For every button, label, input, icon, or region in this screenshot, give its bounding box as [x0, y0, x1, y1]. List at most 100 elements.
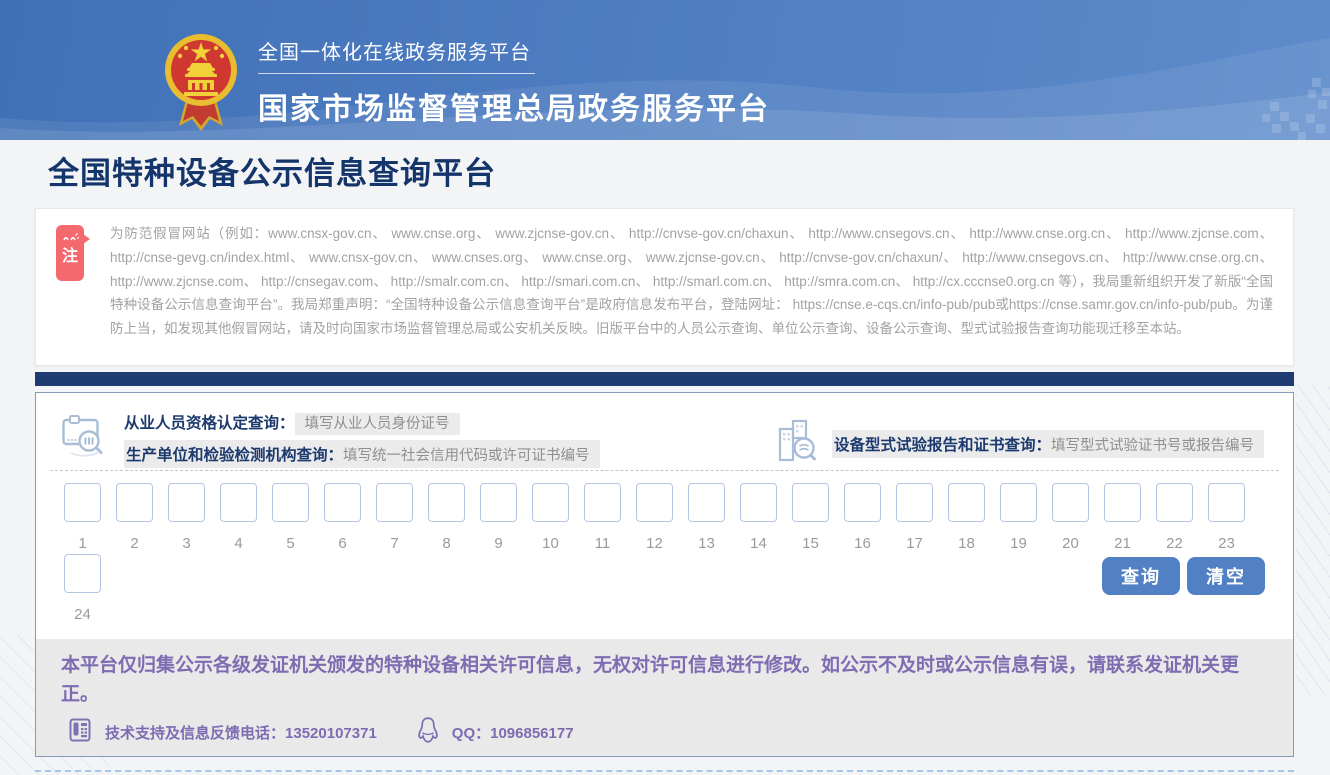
code-input-20[interactable]	[1052, 483, 1089, 522]
code-cell-number-8: 8	[428, 535, 465, 553]
header-titles: 全国一体化在线政务服务平台 国家市场监督管理总局政务服务平台	[258, 34, 770, 128]
code-input-17[interactable]	[896, 483, 933, 522]
notice-text: 为防范假冒网站（例如：www.cnsx-gov.cn、 www.cnse.org…	[110, 222, 1273, 341]
code-input-24[interactable]	[64, 554, 101, 593]
code-cell-number-4: 4	[220, 535, 257, 553]
code-cell-5: 5	[272, 483, 309, 553]
support-phone-label: 技术支持及信息反馈电话：	[105, 725, 285, 742]
code-cell-14: 14	[740, 483, 777, 553]
badge-pointer	[83, 234, 90, 244]
unit-query-row: 生产单位和检验检测机构查询：填写统一社会信用代码或许可证书编号	[124, 440, 600, 468]
device-query-row: 设备型式试验报告和证书查询：填写型式试验证书号或报告编号	[832, 430, 1264, 458]
code-cell-row-2: 24	[64, 554, 101, 624]
code-input-18[interactable]	[948, 483, 985, 522]
code-input-19[interactable]	[1000, 483, 1037, 522]
code-cell-11: 11	[584, 483, 621, 553]
support-phone-number: 13520107371	[285, 725, 377, 742]
code-cell-17: 17	[896, 483, 933, 553]
code-input-10[interactable]	[532, 483, 569, 522]
code-input-16[interactable]	[844, 483, 881, 522]
code-input-21[interactable]	[1104, 483, 1141, 522]
code-cell-number-21: 21	[1104, 535, 1141, 553]
person-query-label: 从业人员资格认定查询：	[124, 415, 295, 432]
site-header: 全国一体化在线政务服务平台 国家市场监督管理总局政务服务平台	[0, 0, 1330, 140]
search-button[interactable]: 查询	[1102, 557, 1180, 595]
code-cell-number-18: 18	[948, 535, 985, 553]
code-input-9[interactable]	[480, 483, 517, 522]
code-cell-number-20: 20	[1052, 535, 1089, 553]
code-cell-number-10: 10	[532, 535, 569, 553]
code-cell-number-1: 1	[64, 535, 101, 553]
code-cell-13: 13	[688, 483, 725, 553]
code-cell-number-15: 15	[792, 535, 829, 553]
code-input-13[interactable]	[688, 483, 725, 522]
qq-icon	[417, 717, 439, 747]
background-hatch-right	[1296, 385, 1330, 695]
code-cell-2: 2	[116, 483, 153, 553]
code-input-14[interactable]	[740, 483, 777, 522]
code-input-23[interactable]	[1208, 483, 1245, 522]
code-cell-1: 1	[64, 483, 101, 553]
device-query-label: 设备型式试验报告和证书查询：	[834, 437, 1051, 454]
code-cell-number-14: 14	[740, 535, 777, 553]
notice-badge: 注	[56, 225, 84, 281]
code-cell-number-13: 13	[688, 535, 725, 553]
code-cell-number-23: 23	[1208, 535, 1245, 553]
code-cell-6: 6	[324, 483, 361, 553]
code-cell-7: 7	[376, 483, 413, 553]
code-input-15[interactable]	[792, 483, 829, 522]
notice-badge-label: 注	[56, 242, 84, 266]
code-cell-number-11: 11	[584, 535, 621, 553]
code-input-8[interactable]	[428, 483, 465, 522]
code-cell-15: 15	[792, 483, 829, 553]
smile-face-icon	[61, 232, 79, 241]
clear-button[interactable]: 清空	[1187, 557, 1265, 595]
anti-fake-notice-card: 注 为防范假冒网站（例如：www.cnsx-gov.cn、 www.cnse.o…	[35, 208, 1294, 366]
code-cell-9: 9	[480, 483, 517, 553]
code-cell-number-22: 22	[1156, 535, 1193, 553]
code-cell-number-12: 12	[636, 535, 673, 553]
code-cell-row-1: 1234567891011121314151617181920212223	[64, 483, 1245, 553]
code-input-7[interactable]	[376, 483, 413, 522]
code-input-6[interactable]	[324, 483, 361, 522]
code-input-2[interactable]	[116, 483, 153, 522]
code-cell-3: 3	[168, 483, 205, 553]
support-phone: 技术支持及信息反馈电话：13520107371	[105, 722, 377, 743]
code-cell-12: 12	[636, 483, 673, 553]
code-input-12[interactable]	[636, 483, 673, 522]
national-emblem	[164, 28, 238, 140]
code-cell-19: 19	[1000, 483, 1037, 553]
code-input-1[interactable]	[64, 483, 101, 522]
qq-number: 1096856177	[490, 725, 573, 742]
platform-title: 国家市场监督管理总局政务服务平台	[258, 84, 770, 128]
action-buttons: 查询 清空	[1102, 557, 1265, 595]
code-input-11[interactable]	[584, 483, 621, 522]
bottom-dashed-line	[35, 770, 1294, 772]
code-cell-number-19: 19	[1000, 535, 1037, 553]
navy-divider-bar	[35, 372, 1294, 386]
code-input-3[interactable]	[168, 483, 205, 522]
code-cell-number-3: 3	[168, 535, 205, 553]
code-cell-8: 8	[428, 483, 465, 553]
code-cell-number-16: 16	[844, 535, 881, 553]
dashed-divider	[50, 470, 1279, 471]
code-cell-24: 24	[64, 554, 101, 624]
platform-subtitle: 全国一体化在线政务服务平台	[258, 34, 535, 74]
code-cell-number-9: 9	[480, 535, 517, 553]
code-cell-18: 18	[948, 483, 985, 553]
unit-query-hint: 填写统一社会信用代码或许可证书编号	[343, 448, 590, 464]
contact-row: 技术支持及信息反馈电话：13520107371 QQ：1096856177	[36, 717, 1293, 747]
qq-label: QQ：	[452, 725, 490, 742]
code-input-4[interactable]	[220, 483, 257, 522]
phone-icon	[68, 718, 92, 746]
person-query-hint: 填写从业人员身份证号	[295, 413, 460, 435]
panel-footer: 本平台仅归集公示各级发证机关颁发的特种设备相关许可信息，无权对许可信息进行修改。…	[36, 639, 1293, 756]
id-card-search-icon	[62, 414, 110, 475]
code-cell-number-24: 24	[64, 606, 101, 624]
person-query-row: 从业人员资格认定查询：填写从业人员身份证号	[124, 411, 600, 433]
disclaimer-text: 本平台仅归集公示各级发证机关颁发的特种设备相关许可信息，无权对许可信息进行修改。…	[36, 639, 1293, 709]
code-cell-number-7: 7	[376, 535, 413, 553]
code-input-5[interactable]	[272, 483, 309, 522]
header-pixel-decoration	[1250, 76, 1330, 140]
code-input-22[interactable]	[1156, 483, 1193, 522]
